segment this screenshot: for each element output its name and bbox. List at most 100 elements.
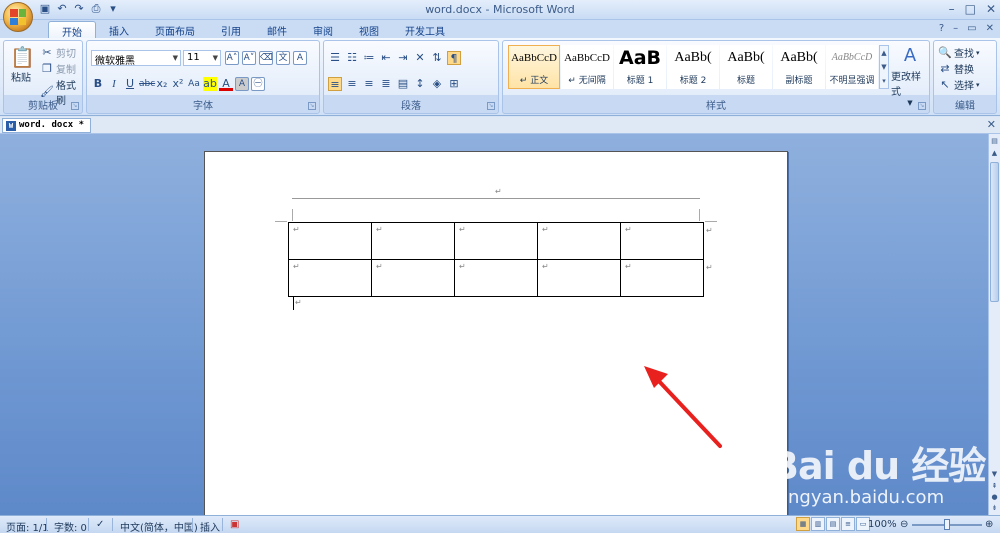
outline-view-icon[interactable]: ≡ <box>841 517 855 531</box>
highlight-icon[interactable]: ab <box>203 77 217 91</box>
select-button[interactable]: ↖ 选择 ▾ <box>938 77 979 93</box>
distributed-icon[interactable]: ▤ <box>396 77 410 91</box>
web-layout-icon[interactable]: ▤ <box>826 517 840 531</box>
tab-view[interactable]: 视图 <box>346 21 392 38</box>
line-spacing-icon[interactable]: ↕ <box>413 77 427 91</box>
dialog-launcher-icon[interactable]: ↘ <box>487 102 495 110</box>
zoom-slider-knob[interactable] <box>944 519 950 530</box>
tab-developer[interactable]: 开发工具 <box>392 21 458 38</box>
office-button[interactable] <box>3 2 33 32</box>
window-controls: – □ ✕ <box>949 2 996 16</box>
help-icon[interactable]: ? <box>939 23 944 34</box>
underline-icon[interactable]: U <box>123 77 137 91</box>
decrease-indent-icon[interactable]: ⇤ <box>379 51 393 65</box>
clear-format-icon[interactable]: ⌫ <box>259 51 273 65</box>
minimize-icon[interactable]: – <box>949 2 955 16</box>
style-title[interactable]: AaBb( 标题 <box>720 45 772 89</box>
paste-icon: 📋 <box>10 45 35 69</box>
style-name: 不明显强调 <box>829 76 875 86</box>
shrink-font-icon[interactable]: A˅ <box>242 51 256 65</box>
phonetic-guide-icon[interactable]: 文 <box>276 51 290 65</box>
scroll-up-icon[interactable]: ▲ <box>880 46 888 60</box>
close-icon[interactable]: ✕ <box>986 2 996 16</box>
full-screen-reading-icon[interactable]: ▥ <box>811 517 825 531</box>
scroll-up-icon[interactable]: ▲ <box>990 148 999 158</box>
proofing-icon[interactable]: ✓ <box>96 519 104 530</box>
status-insert-mode[interactable]: 插入 <box>200 519 220 533</box>
doc-minimize-icon[interactable]: – <box>953 23 958 34</box>
macro-record-icon[interactable]: ▣ <box>230 519 239 530</box>
dialog-launcher-icon[interactable]: ↘ <box>918 102 926 110</box>
numbering-icon[interactable]: ☷ <box>345 51 359 65</box>
style-no-spacing[interactable]: AaBbCcD ↵ 无间隔 <box>561 45 613 89</box>
zoom-level[interactable]: 100% <box>868 519 897 530</box>
tab-review[interactable]: 审阅 <box>300 21 346 38</box>
style-subtle-emphasis[interactable]: AaBbCcD 不明显强调 <box>826 45 878 89</box>
find-button[interactable]: 🔍 查找 ▾ <box>938 45 979 61</box>
more-icon[interactable]: ▾ <box>880 74 888 88</box>
style-gallery-scroll[interactable]: ▲ ▼ ▾ <box>879 45 889 89</box>
style-normal[interactable]: AaBbCcD ↵ 正文 <box>508 45 560 89</box>
bullets-icon[interactable]: ☰ <box>328 51 342 65</box>
cut-label: 剪切 <box>56 49 76 60</box>
scroll-thumb[interactable] <box>990 162 999 302</box>
sort-icon[interactable]: ⇅ <box>430 51 444 65</box>
status-language[interactable]: 中文(简体，中国) <box>120 519 198 533</box>
style-heading-1[interactable]: AaB 标题 1 <box>614 45 666 89</box>
style-name: ↵ 无间隔 <box>568 76 606 86</box>
style-sample: AaBbCcD <box>564 52 610 64</box>
replace-button[interactable]: ⇄ 替换 <box>938 61 974 77</box>
strikethrough-icon[interactable]: abc <box>139 77 155 91</box>
paste-button[interactable]: 📋 粘贴 <box>10 45 35 84</box>
multilevel-list-icon[interactable]: ≔ <box>362 51 376 65</box>
justify-icon[interactable]: ≣ <box>379 77 393 91</box>
show-marks-icon[interactable]: ¶ <box>447 51 461 65</box>
tab-references[interactable]: 引用 <box>208 21 254 38</box>
ruler-toggle-icon[interactable]: ▤ <box>990 136 999 146</box>
zoom-out-icon[interactable]: ⊖ <box>900 519 908 530</box>
char-shading-icon[interactable]: A <box>235 77 249 91</box>
scroll-down-icon[interactable]: ▼ <box>880 60 888 74</box>
dialog-launcher-icon[interactable]: ↘ <box>308 102 316 110</box>
shading-icon[interactable]: ◈ <box>430 77 444 91</box>
enclose-char-icon[interactable]: ㊀ <box>251 77 265 91</box>
align-right-icon[interactable]: ≡ <box>362 77 376 91</box>
doc-close-icon[interactable]: ✕ <box>986 23 994 34</box>
status-words[interactable]: 字数: 0 <box>54 519 87 533</box>
superscript-icon[interactable]: x² <box>171 77 185 91</box>
bold-icon[interactable]: B <box>91 77 105 91</box>
borders-icon[interactable]: ⊞ <box>447 77 461 91</box>
print-layout-icon[interactable]: ▦ <box>796 517 810 531</box>
subscript-icon[interactable]: x₂ <box>155 77 169 91</box>
tab-page-layout[interactable]: 页面布局 <box>142 21 208 38</box>
font-color-icon[interactable]: A <box>219 77 233 91</box>
tab-mailings[interactable]: 邮件 <box>254 21 300 38</box>
cut-button[interactable]: ✂ 剪切 <box>40 45 76 61</box>
status-page[interactable]: 页面: 1/1 <box>6 519 49 533</box>
tab-insert[interactable]: 插入 <box>96 21 142 38</box>
maximize-icon[interactable]: □ <box>965 2 976 16</box>
font-size-combo[interactable]: 11 ▼ <box>183 50 221 66</box>
doc-restore-icon[interactable]: ▭ <box>967 23 976 34</box>
status-separator <box>88 518 89 531</box>
dialog-launcher-icon[interactable]: ↘ <box>71 102 79 110</box>
document-tab[interactable]: W word. docx * <box>2 118 92 133</box>
increase-indent-icon[interactable]: ⇥ <box>396 51 410 65</box>
align-center-icon[interactable]: ≡ <box>345 77 359 91</box>
tab-home[interactable]: 开始 <box>48 21 96 39</box>
status-bar: 页面: 1/1 字数: 0 ✓ 中文(简体，中国) 插入 ▣ ▦ ▥ ▤ ≡ ▭… <box>0 515 1000 533</box>
chinese-layout-icon[interactable]: ✕ <box>413 51 427 65</box>
align-left-icon[interactable]: ≡ <box>328 77 342 91</box>
style-sample: AaB <box>618 47 661 69</box>
char-border-icon[interactable]: A <box>293 51 307 65</box>
close-document-tab-icon[interactable]: ✕ <box>987 118 996 131</box>
select-label: 选择 <box>954 81 974 92</box>
style-heading-2[interactable]: AaBb( 标题 2 <box>667 45 719 89</box>
grow-font-icon[interactable]: A˄ <box>225 51 239 65</box>
change-case-icon[interactable]: Aa <box>187 77 201 91</box>
style-subtitle[interactable]: AaBb( 副标题 <box>773 45 825 89</box>
copy-button[interactable]: ❐ 复制 <box>40 61 76 77</box>
italic-icon[interactable]: I <box>107 77 121 91</box>
font-name-combo[interactable]: 微软雅黑 ▼ <box>91 50 181 67</box>
zoom-in-icon[interactable]: ⊕ <box>985 519 993 530</box>
